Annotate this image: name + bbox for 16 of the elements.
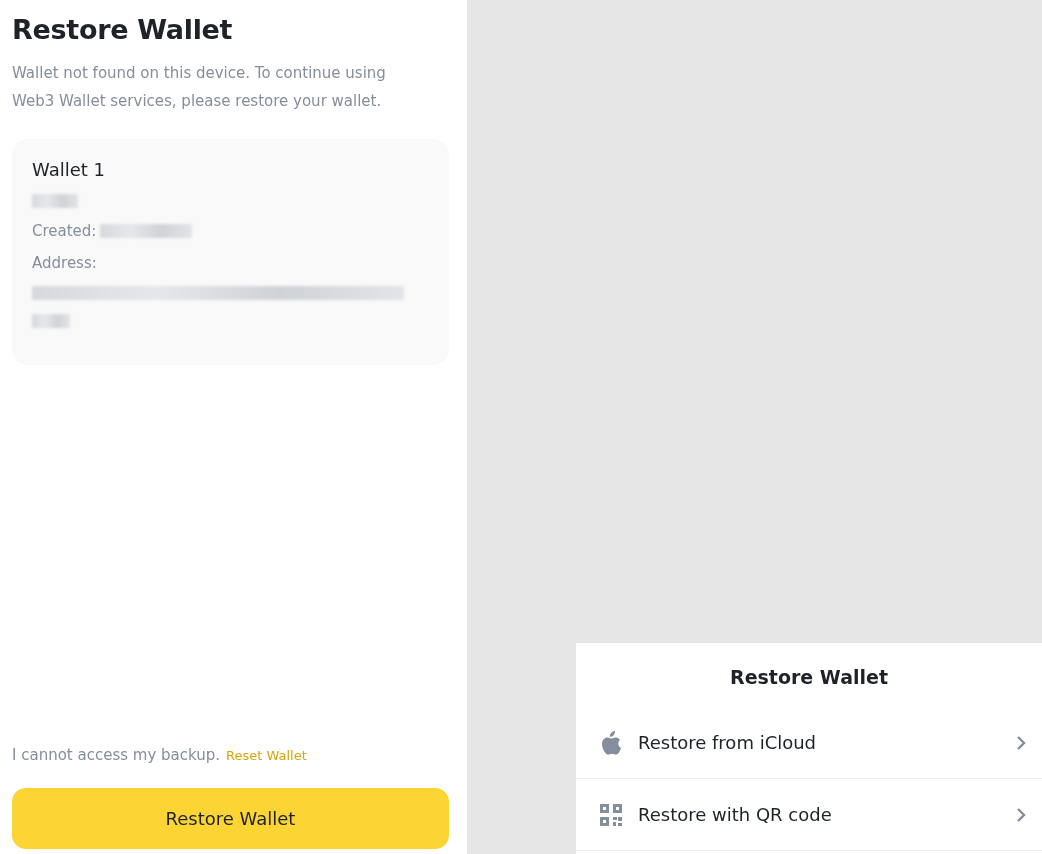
redacted-text (32, 314, 70, 328)
apple-icon (600, 730, 622, 755)
restore-option[interactable]: Restore from iCloud (576, 707, 1042, 779)
sheet-title: Restore Wallet (729, 665, 889, 690)
chevron-right-icon (1016, 735, 1026, 750)
wallet-name: Wallet 1 (32, 159, 106, 180)
restore-option[interactable]: Restore with QR code (576, 779, 1042, 851)
redacted-text (32, 194, 78, 208)
chevron-right-icon (1016, 807, 1026, 822)
created-label: Created: (32, 222, 97, 240)
page-title: Restore Wallet (12, 14, 234, 45)
qr-code-icon (600, 803, 622, 826)
restore-wallet-button[interactable]: Restore Wallet (12, 788, 449, 849)
address-label: Address: (32, 254, 97, 272)
page-description: Wallet not found on this device. To continue using Web3 Wallet services, please restore your wallet. (12, 63, 387, 112)
backup-note: I cannot access my backup. (12, 746, 221, 764)
